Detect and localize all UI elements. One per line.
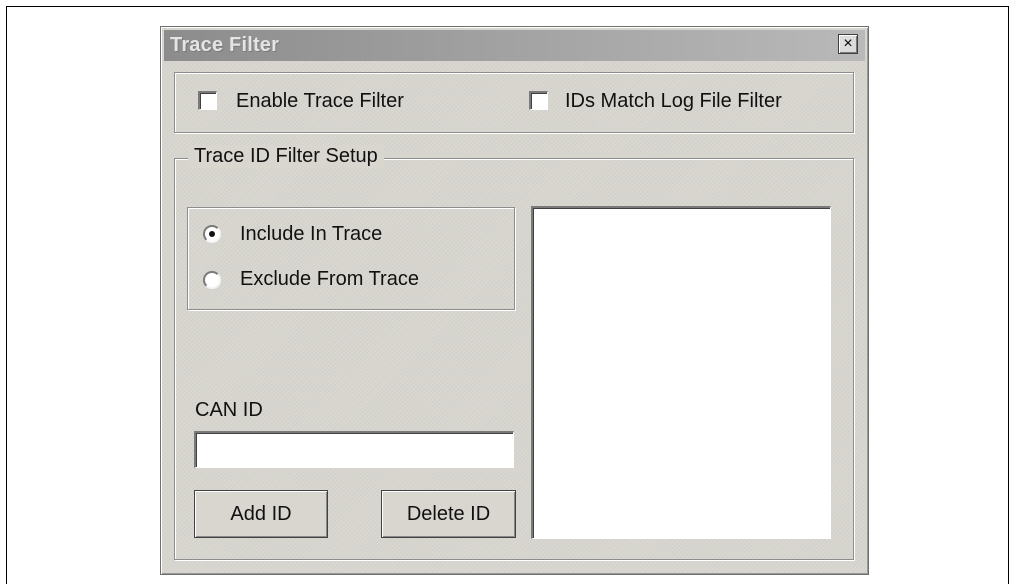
dialog-title: Trace Filter [170,34,280,56]
title-bar[interactable]: Trace Filter × [164,30,865,61]
close-icon[interactable]: × [838,34,858,54]
trace-id-filter-setup-legend: Trace ID Filter Setup [188,145,384,168]
can-id-input[interactable] [194,431,514,468]
trace-filter-dialog: Trace Filter × Enable Trace Filter IDs M… [160,26,869,575]
include-in-trace-label[interactable]: Include In Trace [240,223,382,246]
enable-trace-filter-checkbox[interactable] [198,91,217,110]
enable-trace-filter-label[interactable]: Enable Trace Filter [236,90,404,113]
can-id-label: CAN ID [195,399,263,421]
exclude-from-trace-label[interactable]: Exclude From Trace [240,268,419,291]
id-list-box[interactable] [531,206,831,539]
ids-match-log-file-filter-label[interactable]: IDs Match Log File Filter [565,90,782,113]
radio-selected-dot [209,231,215,237]
options-group: Enable Trace Filter IDs Match Log File F… [174,72,854,133]
delete-id-button[interactable]: Delete ID [381,490,516,538]
exclude-from-trace-radio[interactable] [203,271,221,289]
include-exclude-group: Include In Trace Exclude From Trace [187,207,515,310]
add-id-button[interactable]: Add ID [194,490,328,538]
include-in-trace-radio[interactable] [203,225,221,243]
trace-id-filter-setup-group: Trace ID Filter Setup Include In Trace E… [174,145,854,560]
ids-match-log-file-filter-checkbox[interactable] [529,91,548,110]
